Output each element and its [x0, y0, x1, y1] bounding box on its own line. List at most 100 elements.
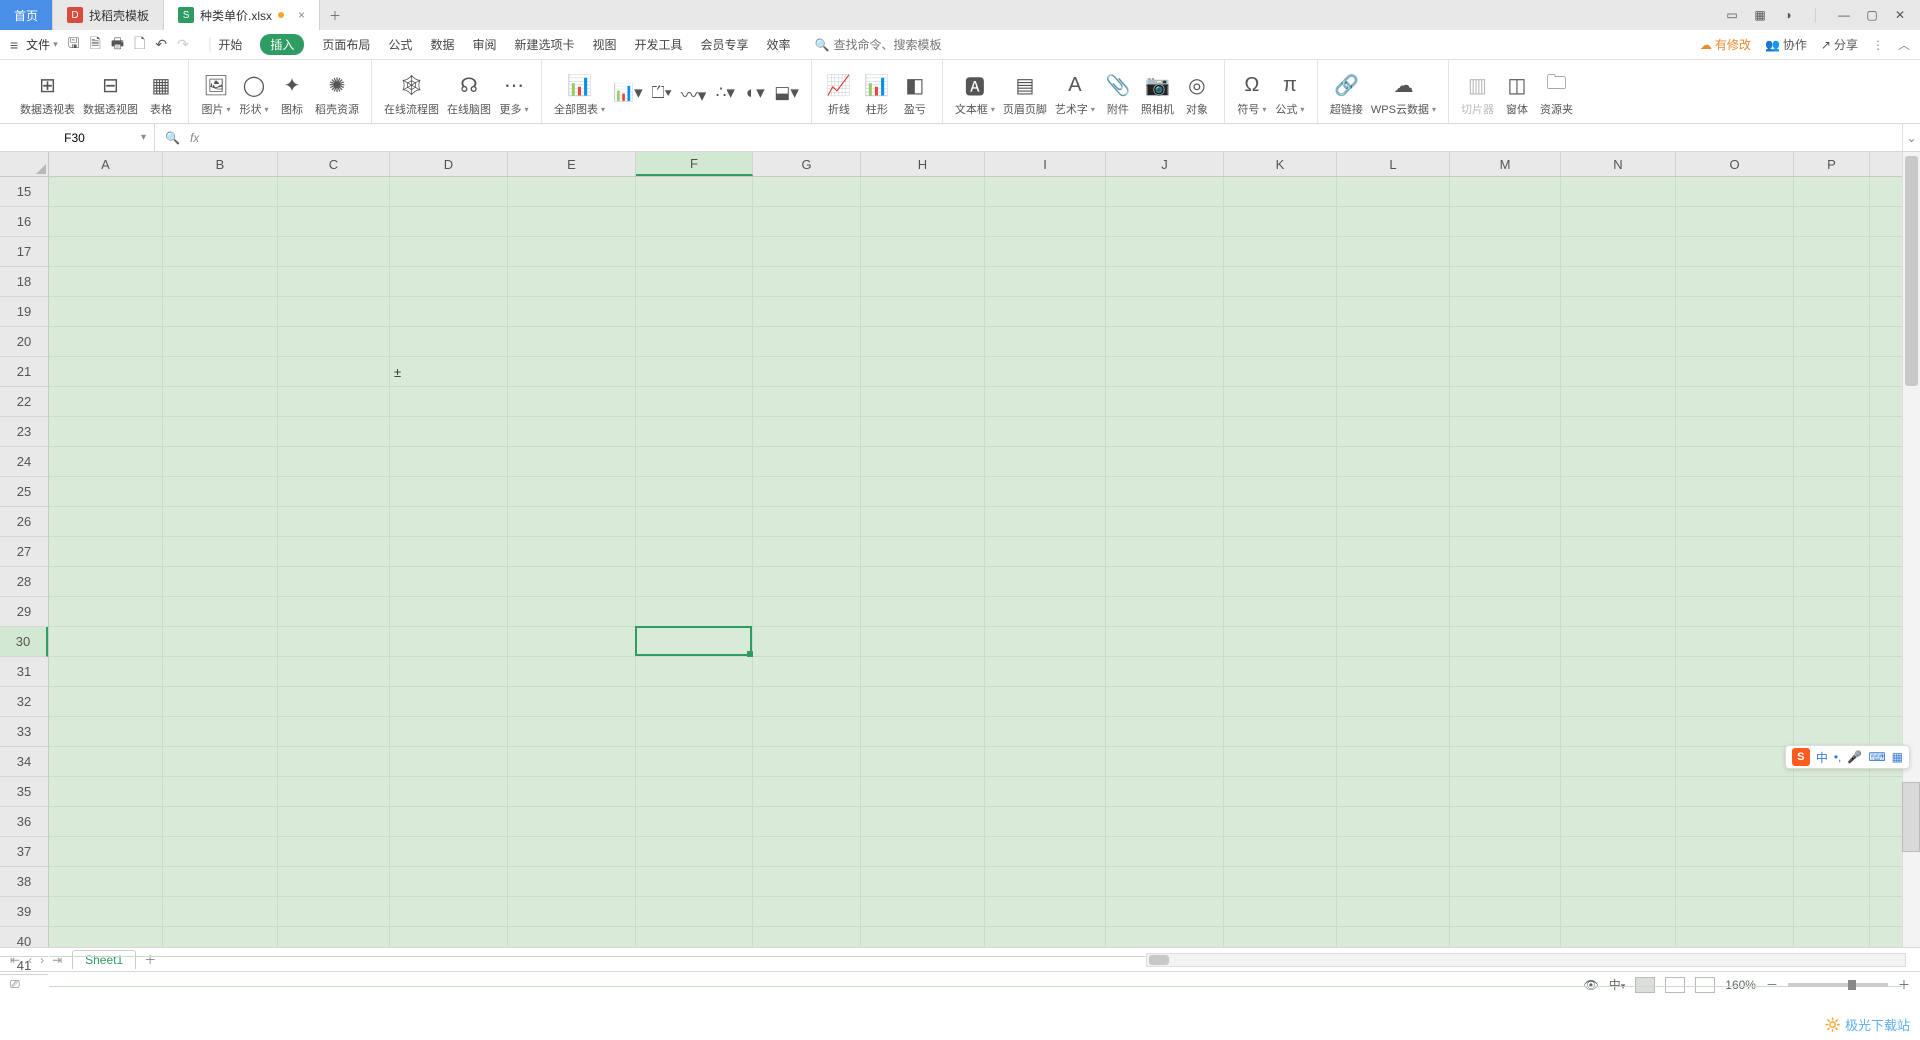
ime-punct-icon[interactable]: •, [1834, 750, 1842, 764]
ribbon-表格[interactable]: ▦表格 [142, 67, 180, 123]
tab-add-button[interactable]: ＋ [320, 0, 350, 30]
menu-公式[interactable]: 公式 [388, 36, 412, 53]
ribbon-对象[interactable]: ◎对象 [1178, 67, 1216, 123]
v-scroll-thumb[interactable] [1905, 156, 1918, 386]
col-header-B[interactable]: B [163, 152, 278, 176]
ribbon-资源夹[interactable]: 🗀资源夹 [1536, 67, 1577, 123]
print-icon[interactable]: 🖶 [111, 33, 124, 57]
col-header-J[interactable]: J [1106, 152, 1224, 176]
ribbon-在线脑图[interactable]: ☊在线脑图 [443, 67, 495, 123]
ribbon-在线流程图[interactable]: 🕸在线流程图 [380, 67, 443, 123]
row-header-17[interactable]: 17 [0, 237, 48, 267]
fx-icon[interactable]: fx [190, 131, 199, 145]
horizontal-scrollbar[interactable] [1146, 953, 1906, 967]
menu-数据[interactable]: 数据 [430, 36, 454, 53]
ribbon-chart-mini-5[interactable]: ⬓▾ [770, 67, 803, 123]
ribbon-艺术字[interactable]: A艺术字 [1051, 67, 1099, 123]
row-header-32[interactable]: 32 [0, 687, 48, 717]
ribbon-图标[interactable]: ✦图标 [273, 67, 311, 123]
ime-grid-icon[interactable]: ▦ [1892, 750, 1903, 764]
ribbon-符号[interactable]: Ω符号 [1233, 67, 1271, 123]
col-header-N[interactable]: N [1561, 152, 1676, 176]
row-header-28[interactable]: 28 [0, 567, 48, 597]
save-as-icon[interactable]: 🗎 [90, 33, 101, 57]
close-button[interactable]: ✕ [1892, 8, 1908, 22]
command-search[interactable]: 🔍 [815, 38, 974, 52]
col-header-K[interactable]: K [1224, 152, 1337, 176]
row-header-36[interactable]: 36 [0, 807, 48, 837]
undo-icon[interactable]: ↶ [155, 36, 167, 53]
row-header-27[interactable]: 27 [0, 537, 48, 567]
row-header-21[interactable]: 21 [0, 357, 48, 387]
minimize-button[interactable]: ― [1836, 8, 1852, 22]
ribbon-文本框[interactable]: 🅰文本框 [951, 67, 999, 123]
ribbon-chart-mini-1[interactable]: ⏍▾ [647, 67, 677, 123]
coop-button[interactable]: 👥 协作 [1765, 36, 1807, 53]
ime-mic-icon[interactable]: 🎤 [1847, 750, 1862, 764]
unsynced-button[interactable]: ☁ 有修改 [1700, 36, 1751, 53]
row-header-30[interactable]: 30 [0, 627, 48, 657]
ribbon-数据透视图[interactable]: ⊟数据透视图 [79, 67, 142, 123]
collapse-ribbon-icon[interactable]: ︿ [1898, 36, 1910, 53]
col-header-P[interactable]: P [1794, 152, 1870, 176]
preview-icon[interactable]: 🗋 [134, 33, 145, 57]
col-header-F[interactable]: F [636, 152, 753, 176]
apps-icon[interactable]: ▦ [1752, 8, 1768, 22]
menu-新建选项卡[interactable]: 新建选项卡 [514, 36, 574, 53]
h-scroll-thumb[interactable] [1149, 955, 1169, 965]
cell-area[interactable]: ± [49, 177, 1902, 947]
row-header-15[interactable]: 15 [0, 177, 48, 207]
skin-icon[interactable]: ◑ [1780, 8, 1796, 22]
col-header-A[interactable]: A [49, 152, 163, 176]
zoom-thumb[interactable] [1848, 980, 1856, 990]
col-header-O[interactable]: O [1676, 152, 1794, 176]
row-header-16[interactable]: 16 [0, 207, 48, 237]
fx-expand-icon[interactable]: ⌄ [1902, 124, 1920, 151]
tab-close-icon[interactable]: × [298, 8, 305, 22]
tab-home[interactable]: 首页 [0, 0, 53, 30]
row-header-22[interactable]: 22 [0, 387, 48, 417]
col-header-C[interactable]: C [278, 152, 390, 176]
col-header-I[interactable]: I [985, 152, 1106, 176]
menu-插入[interactable]: 插入 [260, 34, 304, 55]
menu-页面布局[interactable]: 页面布局 [322, 36, 370, 53]
save-icon[interactable]: 🖫 [68, 33, 80, 57]
ribbon-切片器[interactable]: ▥切片器 [1457, 67, 1498, 123]
ime-kbd-icon[interactable]: ⌨ [1868, 750, 1885, 764]
ribbon-公式[interactable]: π公式 [1271, 67, 1309, 123]
file-menu[interactable]: 文件▾ [26, 36, 58, 53]
row-header-33[interactable]: 33 [0, 717, 48, 747]
input-mode-icon[interactable]: ⎚ [10, 977, 20, 992]
row-header-20[interactable]: 20 [0, 327, 48, 357]
row-header-37[interactable]: 37 [0, 837, 48, 867]
row-header-25[interactable]: 25 [0, 477, 48, 507]
maximize-button[interactable]: ▢ [1864, 8, 1880, 22]
menu-审阅[interactable]: 审阅 [472, 36, 496, 53]
ribbon-更多[interactable]: ⋯更多 [495, 67, 533, 123]
row-header-18[interactable]: 18 [0, 267, 48, 297]
col-header-M[interactable]: M [1450, 152, 1561, 176]
ribbon-照相机[interactable]: 📷照相机 [1137, 67, 1178, 123]
menu-开始[interactable]: 开始 [218, 36, 242, 53]
row-header-35[interactable]: 35 [0, 777, 48, 807]
ribbon-页眉页脚[interactable]: ▤页眉页脚 [999, 67, 1051, 123]
ribbon-附件[interactable]: 📎附件 [1099, 67, 1137, 123]
formula-bar[interactable]: 🔍 fx [155, 131, 1902, 145]
share-button[interactable]: ↗ 分享 [1821, 36, 1858, 53]
menu-视图[interactable]: 视图 [592, 36, 616, 53]
row-header-19[interactable]: 19 [0, 297, 48, 327]
name-box-dd-icon[interactable]: ▾ [141, 132, 146, 143]
ribbon-chart-mini-2[interactable]: 〰▾ [677, 67, 711, 123]
search-input[interactable] [834, 38, 974, 52]
ribbon-形状[interactable]: ◯形状 [235, 67, 273, 123]
menu-效率[interactable]: 效率 [767, 36, 791, 53]
more-icon[interactable]: ⋮ [1872, 38, 1884, 52]
ime-toolbar[interactable]: S 中 •, 🎤 ⌨ ▦ [1785, 745, 1910, 769]
name-box-input[interactable] [8, 131, 141, 145]
ribbon-全部图表[interactable]: 📊全部图表 [550, 67, 609, 123]
row-header-26[interactable]: 26 [0, 507, 48, 537]
ribbon-稻壳资源[interactable]: ✺稻壳资源 [311, 67, 363, 123]
col-header-G[interactable]: G [753, 152, 861, 176]
row-header-40[interactable]: 40 [0, 927, 48, 957]
cell-D21[interactable]: ± [390, 357, 508, 387]
